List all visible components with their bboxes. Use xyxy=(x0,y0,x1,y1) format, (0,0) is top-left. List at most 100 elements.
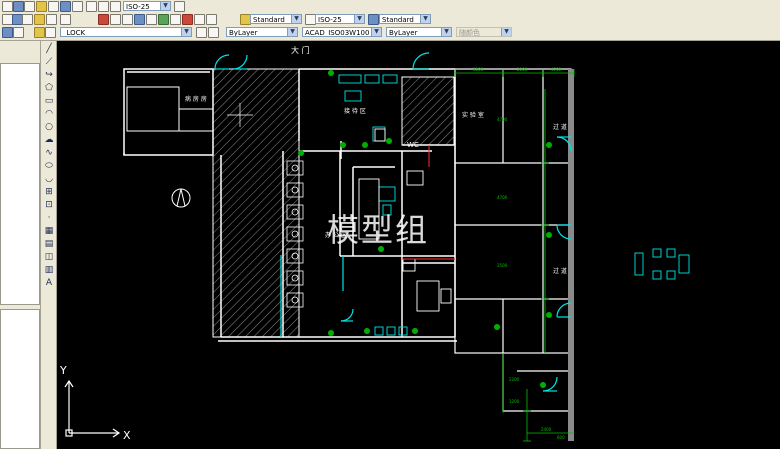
gradient-icon[interactable]: ▤ xyxy=(44,240,54,249)
color-value: ByLayer xyxy=(229,29,258,37)
dim-update-icon[interactable] xyxy=(174,1,185,12)
dim-text: 4700 xyxy=(551,67,562,72)
insert-block-icon[interactable]: ⊞ xyxy=(44,188,54,197)
chevron-down-icon[interactable]: ▼ xyxy=(181,28,191,36)
table-style-icon[interactable] xyxy=(110,1,121,12)
properties-icon[interactable] xyxy=(134,14,145,25)
table-icon[interactable] xyxy=(24,1,35,12)
arc-icon[interactable]: ◠ xyxy=(44,110,54,119)
drawing-canvas[interactable]: 大 门 病 房 房 接 待 区 实 验 室 WC 过 道 过 道 办 公 区 Y… xyxy=(57,41,780,449)
dim-style-select[interactable]: ISO-25 ▼ xyxy=(315,14,365,24)
calculator-icon[interactable] xyxy=(194,14,205,25)
make-block-icon[interactable]: ⊡ xyxy=(44,201,54,210)
chevron-down-icon: ▼ xyxy=(501,28,511,36)
room-upper-left xyxy=(126,86,213,132)
rectangle-icon[interactable]: ▭ xyxy=(44,97,54,106)
dim-text: 3500 xyxy=(497,263,508,268)
layer-select[interactable]: _LOCK_ ▼ xyxy=(60,27,192,37)
hatch-tool-icon[interactable]: ▦ xyxy=(44,227,54,236)
point-icon[interactable]: · xyxy=(44,214,54,223)
layer-states-icon[interactable] xyxy=(48,1,59,12)
dim-text: 3500 xyxy=(473,67,484,72)
help-icon[interactable] xyxy=(206,14,217,25)
dim-style-value: ISO-25 xyxy=(318,16,342,24)
draw-tools: ╱ ⟋ ↪ ⬠ ▭ ◠ ○ ☁ ∿ ⬭ ◡ ⊞ ⊡ · ▦ ▤ ◫ ▥ A xyxy=(41,41,57,449)
zoom-realtime-icon[interactable] xyxy=(98,14,109,25)
layer-match-icon[interactable] xyxy=(208,27,219,38)
zoom-previous-icon[interactable] xyxy=(122,14,133,25)
polyline-icon[interactable]: ↪ xyxy=(44,71,54,80)
watermark-text: 模型组 xyxy=(327,211,430,249)
region-icon[interactable]: ◫ xyxy=(44,253,54,262)
brush-icon[interactable] xyxy=(34,14,45,25)
sun-icon[interactable] xyxy=(45,27,56,38)
ellipse-icon[interactable]: ⬭ xyxy=(44,162,54,171)
layers-toolbar: _LOCK_ ▼ ByLayer ▼ ACAD_ISO03W100 ▼ ByLa… xyxy=(0,25,780,41)
dim-text: 2000 xyxy=(517,67,528,72)
multiline-text-icon[interactable]: A xyxy=(44,279,54,288)
tool-palettes-icon[interactable] xyxy=(158,14,169,25)
dimension-texts: 3500 2000 4700 4700 4700 3500 2200 1200 … xyxy=(473,67,565,440)
table-style-icon-2[interactable] xyxy=(368,14,379,25)
spline-icon[interactable]: ∿ xyxy=(44,149,54,158)
lineweight-select[interactable]: ByLayer ▼ xyxy=(386,27,452,37)
make-current-icon[interactable] xyxy=(196,27,207,38)
palette-upper-box[interactable] xyxy=(0,63,40,305)
text-style-value: Standard xyxy=(253,16,285,24)
layer-previous-icon[interactable] xyxy=(13,27,24,38)
dim-text: 600 xyxy=(557,435,565,440)
linetype-value: ACAD_ISO03W100 xyxy=(305,29,370,37)
room-label-3: 实 验 室 xyxy=(462,111,484,119)
lineweight-value: ByLayer xyxy=(389,29,418,37)
lightbulb-icon[interactable] xyxy=(34,27,45,38)
corridor-label: 过 道 xyxy=(553,123,567,131)
dim-text: 2200 xyxy=(509,377,520,382)
chevron-down-icon[interactable]: ▼ xyxy=(160,2,170,10)
table-style-value: Standard xyxy=(382,16,414,24)
chevron-down-icon[interactable]: ▼ xyxy=(441,28,451,36)
polygon-icon[interactable]: ⬠ xyxy=(44,84,54,93)
chevron-down-icon[interactable]: ▼ xyxy=(354,15,364,23)
measure-icon[interactable] xyxy=(36,1,47,12)
layer-manager-icon[interactable] xyxy=(2,27,13,38)
markup-icon[interactable] xyxy=(182,14,193,25)
dim-text: 2400 xyxy=(541,427,552,432)
hatched-zone-right xyxy=(401,76,455,146)
properties-palette xyxy=(0,41,41,449)
north-arrow xyxy=(171,188,191,208)
text-style-icon[interactable] xyxy=(86,1,97,12)
zoom-window-icon[interactable] xyxy=(110,14,121,25)
linetype-select[interactable]: ACAD_ISO03W100 ▼ xyxy=(302,27,382,37)
save-icon[interactable] xyxy=(22,14,33,25)
circle-icon[interactable]: ○ xyxy=(44,123,54,132)
target-icon[interactable] xyxy=(72,1,83,12)
dimstyle-select[interactable]: ISO-25 ▼ xyxy=(123,1,171,11)
table-style-select[interactable]: Standard ▼ xyxy=(379,14,431,24)
axis-y-label: Y xyxy=(59,364,67,377)
ucs-icon xyxy=(64,379,121,438)
dim-style-icon[interactable] xyxy=(98,1,109,12)
redo-icon[interactable] xyxy=(60,14,71,25)
construction-line-icon[interactable]: ⟋ xyxy=(44,58,54,67)
chevron-down-icon[interactable]: ▼ xyxy=(291,15,301,23)
grid-icon[interactable] xyxy=(60,1,71,12)
revcloud-icon[interactable]: ☁ xyxy=(44,136,54,145)
line-icon[interactable]: ╱ xyxy=(44,45,54,54)
chevron-down-icon[interactable]: ▼ xyxy=(420,15,430,23)
right-rooms xyxy=(454,68,572,412)
table-tool-icon[interactable]: ▥ xyxy=(44,266,54,275)
hatch-icon[interactable] xyxy=(13,1,24,12)
design-center-icon[interactable] xyxy=(146,14,157,25)
standard-toolbar: ISO-25 ▼ xyxy=(0,0,780,14)
text-style-select[interactable]: Standard ▼ xyxy=(250,14,302,24)
chevron-down-icon[interactable]: ▼ xyxy=(287,28,297,36)
chevron-down-icon[interactable]: ▼ xyxy=(371,28,381,36)
sheet-set-icon[interactable] xyxy=(170,14,181,25)
palette-lower-box[interactable] xyxy=(0,309,40,449)
new-file-icon[interactable] xyxy=(2,1,13,12)
ellipse-arc-icon[interactable]: ◡ xyxy=(44,175,54,184)
color-select[interactable]: ByLayer ▼ xyxy=(226,27,298,37)
plotstyle-select: 随颜色 ▼ xyxy=(456,27,512,37)
dim-text: 1200 xyxy=(509,399,520,404)
pan-icon[interactable] xyxy=(46,14,57,25)
